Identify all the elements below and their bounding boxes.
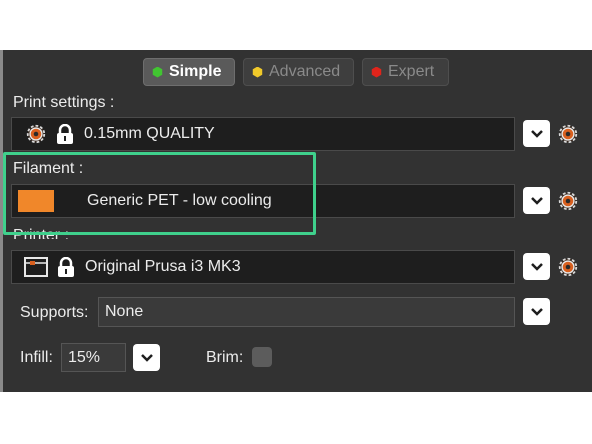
filament-cog-icon[interactable] [557, 190, 579, 212]
print-settings-label: Print settings : [13, 94, 115, 111]
print-settings-value: 0.15mm QUALITY [84, 125, 215, 142]
infill-label: Infill: [20, 349, 53, 366]
filament-label: Filament : [13, 160, 84, 177]
red-hexagon-icon [371, 66, 382, 78]
print-settings-combo[interactable]: 0.15mm QUALITY [11, 117, 515, 151]
yellow-hexagon-icon [252, 66, 263, 78]
lock-icon [57, 124, 73, 144]
print-settings-cog-icon[interactable] [557, 123, 579, 145]
chevron-down-icon [530, 262, 543, 271]
printer-label: Printer : [13, 227, 70, 239]
green-hexagon-icon [152, 66, 163, 78]
supports-label: Supports: [20, 304, 89, 321]
mode-simple-label: Simple [169, 63, 222, 80]
filament-color-swatch [18, 190, 54, 212]
brim-label: Brim: [206, 349, 244, 366]
print-settings-dropdown-button[interactable] [523, 120, 550, 147]
infill-combo[interactable]: 15% [61, 343, 126, 372]
printer-value: Original Prusa i3 MK3 [85, 258, 241, 275]
infill-value: 15% [68, 348, 101, 366]
mode-expert-button[interactable]: Expert [362, 58, 449, 86]
screenshot-stage: Simple Advanced Expert Print settings : … [0, 0, 592, 444]
mode-expert-label: Expert [388, 63, 435, 80]
lock-icon [58, 257, 74, 277]
printer-dropdown-button[interactable] [523, 253, 550, 280]
filament-combo[interactable]: Generic PET - low cooling [11, 184, 515, 218]
filament-value: Generic PET - low cooling [87, 192, 272, 209]
chevron-down-icon [140, 353, 153, 362]
mode-advanced-button[interactable]: Advanced [243, 58, 354, 86]
chevron-down-icon [530, 196, 543, 205]
printer-icon [24, 257, 48, 277]
cog-icon [26, 124, 46, 144]
chevron-down-icon [530, 307, 543, 316]
supports-combo[interactable]: None [98, 297, 515, 327]
mode-simple-button[interactable]: Simple [143, 58, 235, 86]
supports-value: None [105, 303, 144, 320]
mode-advanced-label: Advanced [269, 63, 341, 80]
filament-dropdown-button[interactable] [523, 187, 550, 214]
chevron-down-icon [530, 129, 543, 138]
infill-dropdown-button[interactable] [133, 344, 160, 371]
printer-cog-icon[interactable] [557, 256, 579, 278]
printer-combo[interactable]: Original Prusa i3 MK3 [11, 250, 515, 284]
supports-dropdown-button[interactable] [523, 298, 550, 325]
brim-checkbox[interactable] [252, 347, 272, 367]
